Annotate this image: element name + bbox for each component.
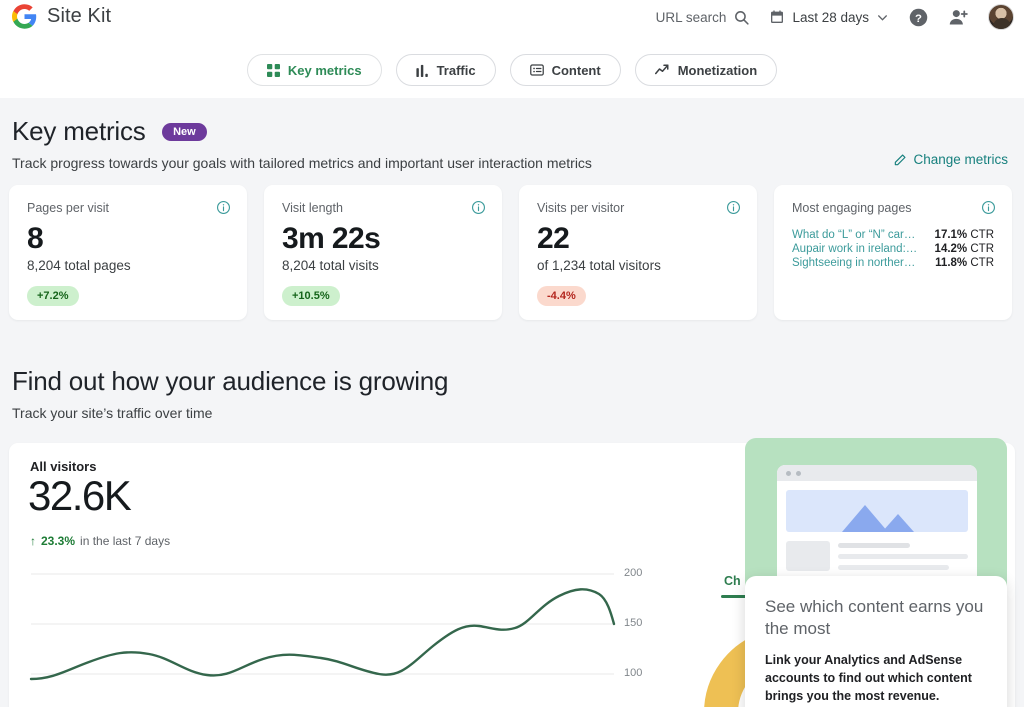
card-value: 8 (27, 222, 44, 255)
tab-content-label: Content (551, 62, 601, 78)
tab-traffic-label: Traffic (436, 62, 476, 78)
visitors-line-path (29, 588, 616, 681)
list-item[interactable]: Sightseeing in northern… 11.8% CTR (792, 257, 994, 269)
tab-key-metrics[interactable]: Key metrics (246, 54, 382, 86)
help-circle-icon[interactable]: ? (908, 7, 929, 28)
thumbnail-placeholder (786, 541, 830, 571)
card-delta-badge: +7.2% (27, 286, 79, 306)
card-title: Visit length (282, 201, 343, 215)
page-subtitle: Track progress towards your goals with t… (12, 155, 592, 171)
text-line (838, 554, 968, 559)
tab-monetization-label: Monetization (677, 62, 758, 78)
y-tick-150: 150 (624, 617, 643, 629)
grid-squares-icon (266, 63, 280, 77)
chart-card-value: 32.6K (28, 472, 132, 519)
new-badge: New (162, 122, 207, 141)
page-title-row: Key metrics New (12, 116, 592, 147)
card-title: Most engaging pages (792, 201, 912, 215)
metric-card-visit-length[interactable]: Visit length 3m 22s 8,204 total visits +… (264, 185, 502, 320)
brand-title: Site Kit (47, 5, 112, 27)
card-title: Visits per visitor (537, 201, 625, 215)
metric-cards: Pages per visit 8 8,204 total pages +7.2… (9, 185, 1012, 320)
date-range-selector[interactable]: Last 28 days (769, 9, 889, 25)
chart-card-delta: ↑ 23.3% in the last 7 days (30, 534, 170, 548)
url-search-button[interactable]: URL search (656, 9, 751, 26)
browser-titlebar (777, 465, 977, 481)
pencil-icon (893, 153, 907, 167)
url-search-label: URL search (655, 9, 727, 25)
tab-monetization[interactable]: Monetization (634, 54, 778, 86)
mountain-icon (882, 514, 914, 532)
card-subtext: 8,204 total pages (27, 258, 131, 273)
promo-title: See which content earns you the most (765, 597, 984, 639)
trending-up-icon (654, 63, 670, 78)
card-delta-badge: +10.5% (282, 286, 340, 306)
image-placeholder (786, 490, 968, 532)
audience-header: Find out how your audience is growing Tr… (12, 366, 449, 421)
app-header: Site Kit URL search Last 28 days ? Key m… (0, 0, 1024, 98)
tab-key-metrics-label: Key metrics (287, 62, 362, 78)
card-subtext: of 1,234 total visitors (537, 258, 661, 273)
delta-value: 23.3% (41, 534, 76, 548)
page-link[interactable]: Aupair work in ireland:… (792, 243, 917, 255)
user-avatar[interactable] (988, 4, 1014, 30)
delta-note: in the last 7 days (80, 534, 171, 548)
metric-card-most-engaging-pages[interactable]: Most engaging pages What do “L” or “N” c… (774, 185, 1012, 320)
tab-content[interactable]: Content (509, 54, 621, 86)
card-title: Pages per visit (27, 201, 109, 215)
page-ctr: 14.2% CTR (934, 243, 994, 255)
card-value: 22 (537, 222, 570, 255)
page-title: Key metrics (12, 116, 146, 146)
tab-traffic[interactable]: Traffic (395, 54, 496, 86)
add-user-icon[interactable] (948, 7, 969, 28)
metric-card-visits-per-visitor[interactable]: Visits per visitor 22 of 1,234 total vis… (519, 185, 757, 320)
main-content: Key metrics New Track progress towards y… (0, 98, 1024, 707)
window-dot-icon (796, 470, 801, 476)
engaging-pages-list: What do “L” or “N” car… 17.1% CTR Aupair… (792, 229, 994, 269)
calendar-icon (769, 9, 785, 25)
tab-bar: Key metrics Traffic Content Monetization (0, 54, 1024, 86)
metric-card-pages-per-visit[interactable]: Pages per visit 8 8,204 total pages +7.2… (9, 185, 247, 320)
search-icon (733, 9, 750, 26)
header-actions: URL search Last 28 days ? (656, 4, 1014, 30)
page-link[interactable]: What do “L” or “N” car… (792, 229, 915, 241)
window-dot-icon (786, 470, 791, 476)
bar-chart-icon (415, 64, 429, 77)
card-value: 3m 22s (282, 222, 381, 255)
list-item[interactable]: What do “L” or “N” car… 17.1% CTR (792, 229, 994, 241)
info-icon[interactable] (471, 200, 486, 215)
list-item[interactable]: Aupair work in ireland:… 14.2% CTR (792, 243, 994, 255)
card-delta-badge: -4.4% (537, 286, 586, 306)
up-arrow-icon: ↑ (30, 534, 36, 548)
change-metrics-label: Change metrics (913, 152, 1008, 167)
page-ctr: 11.8% CTR (935, 257, 994, 269)
promo-card: See which content earns you the most Lin… (745, 576, 1007, 707)
chevron-down-icon (876, 11, 889, 24)
date-range-label: Last 28 days (792, 9, 869, 25)
y-tick-200: 200 (624, 567, 643, 579)
svg-text:?: ? (915, 12, 922, 24)
app-root: Site Kit URL search Last 28 days ? Key m… (0, 0, 1024, 707)
list-box-icon (529, 63, 544, 77)
audience-subtitle: Track your site’s traffic over time (12, 405, 213, 421)
text-line (838, 543, 910, 548)
key-metrics-header: Key metrics New Track progress towards y… (12, 116, 592, 171)
page-link[interactable]: Sightseeing in northern… (792, 257, 918, 269)
info-icon[interactable] (726, 200, 741, 215)
y-tick-100: 100 (624, 667, 643, 679)
change-metrics-link[interactable]: Change metrics (893, 152, 1008, 167)
audience-title: Find out how your audience is growing (12, 366, 449, 396)
adsense-promo: $ $ See which content earns you the most… (745, 438, 1007, 707)
info-icon[interactable] (981, 200, 996, 215)
promo-body: Link your Analytics and AdSense accounts… (765, 652, 972, 704)
page-ctr: 17.1% CTR (934, 229, 994, 241)
card-subtext: 8,204 total visits (282, 258, 379, 273)
google-g-icon (12, 4, 37, 29)
info-icon[interactable] (216, 200, 231, 215)
brand[interactable]: Site Kit (12, 4, 111, 29)
